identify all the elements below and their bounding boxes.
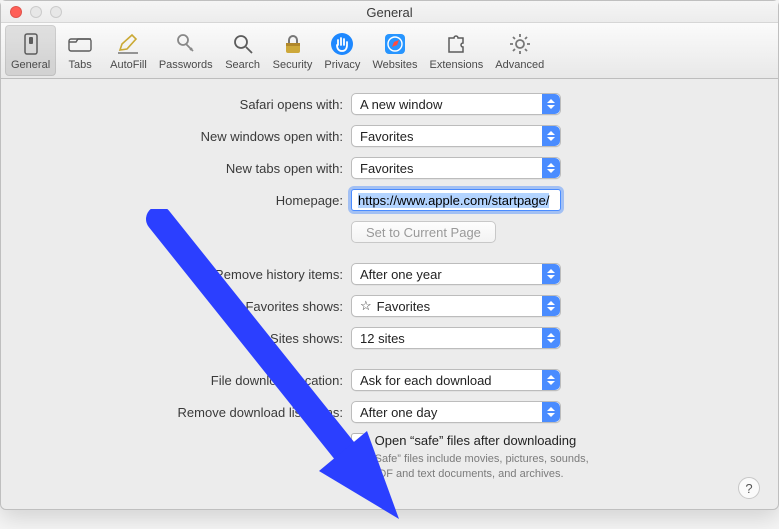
toolbar-tab-label: Privacy [324, 59, 360, 71]
select-value: Favorites [360, 161, 413, 176]
label-favorites-shows: Favorites shows: [21, 299, 351, 314]
select-new-tabs[interactable]: Favorites [351, 157, 561, 179]
homepage-field[interactable] [351, 189, 561, 211]
toolbar-tab-label: Websites [372, 59, 417, 71]
select-topsites-shows[interactable]: 12 sites [351, 327, 561, 349]
toolbar-tab-label: Security [273, 59, 313, 71]
gear-icon [506, 30, 534, 58]
select-safari-opens-with[interactable]: A new window [351, 93, 561, 115]
chevron-up-down-icon [542, 126, 560, 146]
toolbar-tab-advanced[interactable]: Advanced [489, 25, 550, 76]
zoom-window-button[interactable] [50, 6, 62, 18]
toolbar-tab-general[interactable]: General [5, 25, 56, 76]
toolbar-tab-label: Passwords [159, 59, 213, 71]
hand-icon [328, 30, 356, 58]
key-icon [172, 30, 200, 58]
chevron-up-down-icon [542, 296, 560, 316]
help-button[interactable]: ? [738, 477, 760, 499]
chevron-up-down-icon [542, 264, 560, 284]
preferences-window: General General Tabs AutoFill Password [0, 0, 779, 510]
chevron-up-down-icon [542, 370, 560, 390]
label-remove-dl-list: Remove download list items: [21, 405, 351, 420]
chevron-up-down-icon [542, 328, 560, 348]
select-dl-location[interactable]: Ask for each download [351, 369, 561, 391]
chevron-up-down-icon [542, 94, 560, 114]
toolbar-tab-extensions[interactable]: Extensions [423, 25, 489, 76]
select-value: 12 sites [360, 331, 405, 346]
open-safe-files-checkbox-row[interactable]: Open “safe” files after downloading [351, 433, 601, 448]
puzzle-icon [442, 30, 470, 58]
help-icon: ? [745, 481, 752, 496]
label-new-windows: New windows open with: [21, 129, 351, 144]
toolbar-tab-security[interactable]: Security [267, 25, 319, 76]
star-icon: ☆ [360, 298, 372, 314]
preferences-toolbar: General Tabs AutoFill Passwords Search [1, 23, 778, 79]
select-value: Favorites [377, 299, 430, 314]
open-safe-files-checkbox[interactable] [351, 433, 365, 447]
minimize-window-button[interactable] [30, 6, 42, 18]
window-title: General [1, 1, 778, 23]
toolbar-tab-search[interactable]: Search [219, 25, 267, 76]
label-new-tabs: New tabs open with: [21, 161, 351, 176]
toolbar-tab-label: Search [225, 59, 260, 71]
select-value: Ask for each download [360, 373, 492, 388]
general-pane: Safari opens with: A new window New wind… [1, 79, 778, 511]
compass-icon [381, 30, 409, 58]
open-safe-files-label: Open “safe” files after downloading [375, 433, 577, 448]
select-value: A new window [360, 97, 442, 112]
toolbar-tab-autofill[interactable]: AutoFill [104, 25, 153, 76]
titlebar: General [1, 1, 778, 23]
toolbar-tab-label: Tabs [69, 59, 92, 71]
close-window-button[interactable] [10, 6, 22, 18]
label-homepage: Homepage: [21, 193, 351, 208]
select-value: After one day [360, 405, 437, 420]
toolbar-tab-passwords[interactable]: Passwords [153, 25, 219, 76]
toolbar-tab-label: Advanced [495, 59, 544, 71]
label-dl-location: File download location: [21, 373, 351, 388]
toolbar-tab-websites[interactable]: Websites [366, 25, 423, 76]
label-topsites-shows: Top Sites shows: [21, 331, 351, 346]
toolbar-tab-tabs[interactable]: Tabs [56, 25, 104, 76]
set-current-page-button[interactable]: Set to Current Page [351, 221, 496, 243]
select-remove-dl-list[interactable]: After one day [351, 401, 561, 423]
toolbar-tab-label: AutoFill [110, 59, 147, 71]
select-favorites-shows[interactable]: ☆ Favorites [351, 295, 561, 317]
lock-icon [279, 30, 307, 58]
open-safe-files-hint: “Safe” files include movies, pictures, s… [371, 452, 601, 482]
select-remove-history[interactable]: After one year [351, 263, 561, 285]
chevron-up-down-icon [542, 158, 560, 178]
label-remove-history: Remove history items: [21, 267, 351, 282]
select-new-windows[interactable]: Favorites [351, 125, 561, 147]
search-icon [229, 30, 257, 58]
chevron-up-down-icon [542, 402, 560, 422]
tab-icon [66, 30, 94, 58]
toolbar-tab-label: Extensions [429, 59, 483, 71]
switch-icon [17, 30, 45, 58]
toolbar-tab-label: General [11, 59, 50, 71]
label-safari-opens-with: Safari opens with: [21, 97, 351, 112]
window-traffic-lights [10, 6, 62, 18]
toolbar-tab-privacy[interactable]: Privacy [318, 25, 366, 76]
select-value: After one year [360, 267, 442, 282]
select-value: Favorites [360, 129, 413, 144]
pencil-icon [114, 30, 142, 58]
